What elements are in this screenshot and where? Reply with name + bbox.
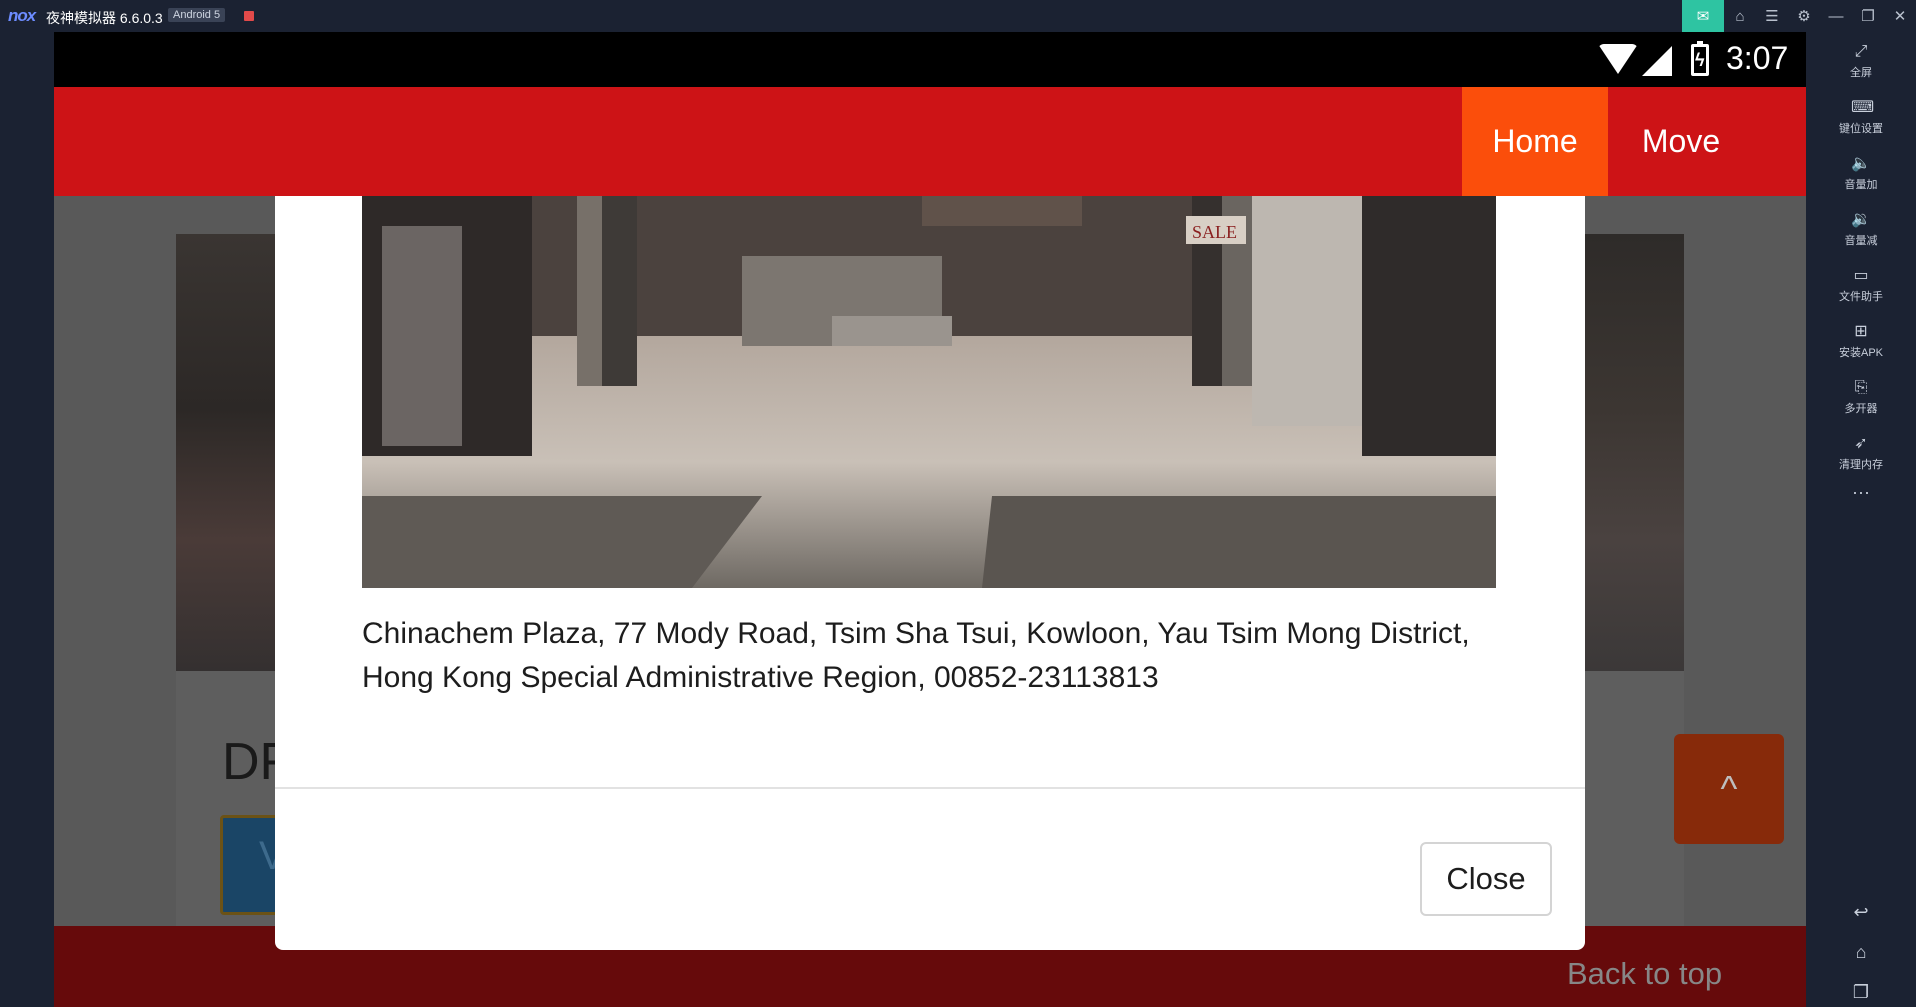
back-to-top-link[interactable]: Back to top [1567, 956, 1722, 992]
modal-divider [275, 787, 1585, 789]
emulator-title-bar: nox 夜神模拟器 6.6.0.3 Android 5 ✉ ⌂ ☰ ⚙ — ❐ … [0, 0, 1916, 32]
volume-down-icon: 🔉 [1851, 211, 1871, 228]
nav-move[interactable]: Move [1608, 87, 1754, 196]
sale-sign: SALE [1192, 222, 1237, 242]
sidebar-item-keyboard[interactable]: ⌨ 键位设置 [1806, 94, 1916, 140]
store-address: Chinachem Plaza, 77 Mody Road, Tsim Sha … [362, 617, 1470, 694]
close-button[interactable]: Close [1420, 842, 1552, 916]
store-interior-illustration: SALE [362, 196, 1496, 588]
store-detail-modal: SALE Chinachem Plaza, 77 Mody Road, Tsim… [275, 196, 1585, 950]
nox-logo: nox [8, 6, 36, 25]
store-photo: SALE [362, 196, 1496, 588]
background-photo [1584, 234, 1684, 671]
scroll-to-top-button[interactable]: ^ [1674, 734, 1784, 844]
sidebar-item-label: 全屏 [1850, 67, 1872, 79]
restore-icon[interactable]: ❐ [1852, 0, 1884, 32]
menu-icon[interactable]: ☰ [1756, 0, 1788, 32]
sidebar-item-label: 清理内存 [1839, 459, 1883, 471]
android-status-bar: 3:07 [54, 32, 1806, 87]
android-version-badge: Android 5 [168, 8, 226, 22]
wifi-icon [1598, 44, 1638, 74]
background-photo [176, 234, 276, 671]
sidebar-item-label: 文件助手 [1839, 291, 1883, 303]
volume-up-icon: 🔈 [1851, 155, 1871, 172]
minimize-icon[interactable]: — [1820, 0, 1852, 32]
battery-charging-icon [1691, 41, 1709, 76]
sidebar-item-file-helper[interactable]: ▭ 文件助手 [1806, 262, 1916, 308]
status-time: 3:07 [1726, 40, 1789, 76]
mail-icon[interactable]: ✉ [1682, 0, 1724, 32]
android-screen: 3:07 Home Move DF V ^ Back to top [54, 32, 1806, 1007]
emulator-sidebar: ⤢ 全屏 ⌨ 键位设置 🔈 音量加 🔉 音量减 ▭ 文件助手 ⊞ 安装APK ⎘… [1806, 32, 1916, 1007]
rocket-icon: ➶ [1854, 435, 1868, 452]
sidebar-item-clean-memory[interactable]: ➶ 清理内存 [1806, 430, 1916, 476]
sidebar-item-label: 键位设置 [1839, 123, 1883, 135]
sidebar-item-install-apk[interactable]: ⊞ 安装APK [1806, 318, 1916, 364]
nav-home[interactable]: Home [1462, 87, 1608, 196]
recent-apps-icon[interactable]: ❐ [1806, 982, 1916, 1003]
sidebar-item-multi-instance[interactable]: ⎘ 多开器 [1806, 374, 1916, 420]
app-nav-bar: Home Move [54, 87, 1806, 196]
sidebar-item-label: 音量加 [1844, 179, 1878, 191]
fullscreen-icon: ⤢ [1854, 43, 1868, 60]
close-icon[interactable]: ✕ [1884, 0, 1916, 32]
sidebar-item-volume-down[interactable]: 🔉 音量减 [1806, 206, 1916, 252]
shirt-icon[interactable]: ⌂ [1724, 0, 1756, 32]
emulator-title: 夜神模拟器 6.6.0.3 [46, 10, 163, 26]
install-apk-icon: ⊞ [1854, 323, 1868, 340]
sidebar-item-fullscreen[interactable]: ⤢ 全屏 [1806, 38, 1916, 84]
sidebar-item-volume-up[interactable]: 🔈 音量加 [1806, 150, 1916, 196]
sidebar-item-label: 多开器 [1844, 403, 1878, 415]
sidebar-more-button[interactable]: ··· [1806, 482, 1916, 503]
sidebar-item-label: 安装APK [1838, 347, 1883, 359]
home-icon[interactable]: ⌂ [1806, 942, 1916, 963]
back-icon[interactable]: ↩ [1806, 902, 1916, 923]
window-controls: ✉ ⌂ ☰ ⚙ — ❐ ✕ [1682, 0, 1916, 32]
file-helper-icon: ▭ [1853, 267, 1869, 284]
gear-icon[interactable]: ⚙ [1788, 0, 1820, 32]
sidebar-item-label: 音量减 [1844, 235, 1878, 247]
keyboard-icon: ⌨ [1851, 99, 1875, 116]
notification-flag-icon[interactable] [244, 11, 254, 21]
signal-icon [1642, 46, 1672, 76]
multi-instance-icon: ⎘ [1854, 379, 1868, 396]
